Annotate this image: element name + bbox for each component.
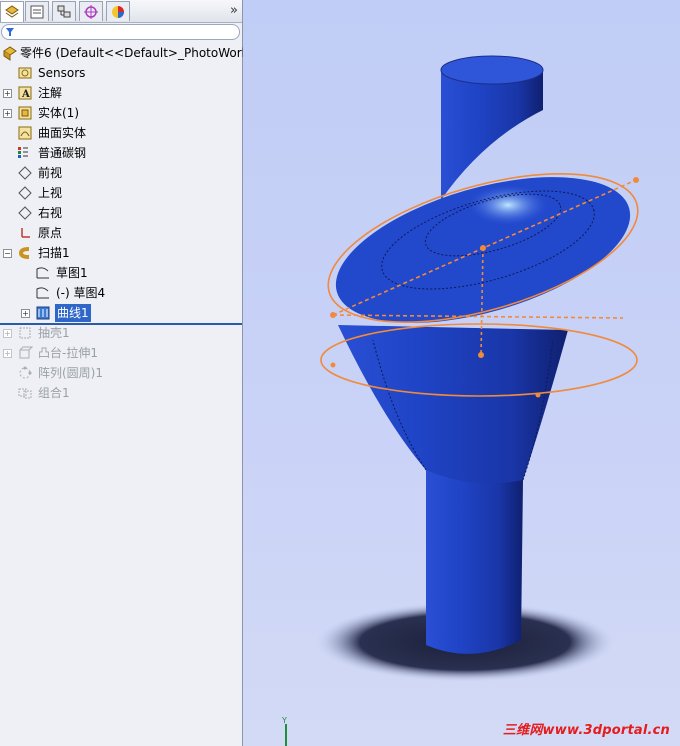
tree-item-boss-extrude[interactable]: + 凸台-拉伸1 xyxy=(0,344,242,362)
expand-icon[interactable]: + xyxy=(3,349,12,358)
tree-item-curve1[interactable]: + 曲线1 xyxy=(0,304,242,322)
feature-manager-panel: » 零件6 (Default<<Default>_PhotoWork Senso… xyxy=(0,0,249,746)
tree-item-label: 右视 xyxy=(38,206,63,220)
tree-item-right-plane[interactable]: 右视 xyxy=(0,204,242,222)
model-render xyxy=(315,55,639,682)
tree-item-combine[interactable]: 组合1 xyxy=(0,384,242,402)
plane-icon xyxy=(18,206,32,220)
tree-item-label: 原点 xyxy=(38,226,63,240)
property-manager-icon xyxy=(30,5,44,19)
tree-item-label: 组合1 xyxy=(38,386,70,400)
lower-cylinder xyxy=(426,470,523,654)
tree-item-label: 抽壳1 xyxy=(38,326,70,340)
top-cap xyxy=(440,55,544,85)
tab-dimxpert[interactable] xyxy=(79,1,103,21)
tree-item-label-selected: 曲线1 xyxy=(55,304,91,322)
configuration-manager-icon xyxy=(57,5,71,18)
expand-icon[interactable]: + xyxy=(3,109,12,118)
triad-y-axis-icon: Y xyxy=(281,716,287,746)
annotations-icon: A xyxy=(18,86,32,100)
tree-item-top-plane[interactable]: 上视 xyxy=(0,184,242,202)
tree-item-sketch4[interactable]: (-) 草图4 xyxy=(0,284,242,302)
surface-bodies-icon xyxy=(18,126,32,140)
tree-item-material[interactable]: 普通碳钢 xyxy=(0,144,242,162)
tree-item-label: 前视 xyxy=(38,166,63,180)
tree-item-annotations[interactable]: + A 注解 xyxy=(0,84,242,102)
tab-property-manager[interactable] xyxy=(25,1,49,21)
tree-item-label: 草图1 xyxy=(56,266,88,280)
tree-item-label: 阵列(圆周)1 xyxy=(38,366,103,380)
plane-icon xyxy=(18,166,32,180)
curve-icon xyxy=(36,306,50,320)
tree-item-origin[interactable]: 原点 xyxy=(0,224,242,242)
tree-root-part[interactable]: 零件6 (Default<<Default>_PhotoWork xyxy=(0,44,249,62)
extrude-icon xyxy=(19,346,33,359)
tree-item-sensors[interactable]: Sensors xyxy=(0,64,242,82)
part-icon xyxy=(3,46,17,61)
tree-item-label: 扫描1 xyxy=(38,246,70,260)
svg-text:A: A xyxy=(21,89,30,100)
expand-icon[interactable]: + xyxy=(3,329,12,338)
tree-item-label: 普通碳钢 xyxy=(38,146,87,160)
circular-pattern-icon xyxy=(19,366,32,379)
graphics-viewport[interactable]: Y 三维网www.3dportal.cn xyxy=(243,0,680,746)
tree-item-label: 凸台-拉伸1 xyxy=(38,346,98,360)
expand-icon[interactable]: + xyxy=(21,309,30,318)
tree-root-label: 零件6 (Default<<Default>_PhotoWork xyxy=(20,46,249,60)
svg-text:Y: Y xyxy=(281,716,287,725)
tree-item-circular-pattern[interactable]: 阵列(圆周)1 xyxy=(0,364,242,382)
collapse-icon[interactable]: − xyxy=(3,249,12,258)
tree-item-sketch1[interactable]: 草图1 xyxy=(0,264,242,282)
tree-item-label: 曲面实体 xyxy=(38,126,87,140)
tab-feature-manager[interactable] xyxy=(0,1,24,22)
tree-filter-input[interactable] xyxy=(1,24,240,40)
panel-tab-bar: » xyxy=(0,0,242,23)
sketch-icon xyxy=(36,267,49,279)
tab-configuration-manager[interactable] xyxy=(52,1,76,21)
sweep-icon xyxy=(18,247,30,259)
watermark-text: 三维网www.3dportal.cn xyxy=(502,723,670,738)
tree-item-solid-bodies[interactable]: + 实体(1) xyxy=(0,104,242,122)
tree-item-label: 实体(1) xyxy=(38,106,79,120)
plane-icon xyxy=(18,186,32,200)
expand-icon[interactable]: + xyxy=(3,89,12,98)
display-manager-icon xyxy=(112,6,124,18)
sketch-icon xyxy=(36,287,49,299)
tab-display-manager[interactable] xyxy=(106,1,130,21)
feature-manager-icon xyxy=(5,5,19,18)
dimxpert-icon xyxy=(84,5,98,19)
tree-item-label: Sensors xyxy=(38,66,86,80)
solid-bodies-icon xyxy=(18,106,32,120)
tree-item-surface-bodies[interactable]: 曲面实体 xyxy=(0,124,242,142)
tree-item-sweep[interactable]: − 扫描1 xyxy=(0,244,242,262)
sensors-icon xyxy=(18,67,32,79)
tree-item-label: 注解 xyxy=(38,86,63,100)
tree-item-shell[interactable]: + 抽壳1 xyxy=(0,324,242,342)
tree-item-front-plane[interactable]: 前视 xyxy=(0,164,242,182)
tree-item-label: 上视 xyxy=(38,186,63,200)
lower-cone xyxy=(338,325,568,484)
filter-icon xyxy=(6,28,14,36)
origin-icon xyxy=(21,228,30,238)
combine-icon xyxy=(18,388,32,399)
collapse-chevron-icon[interactable]: » xyxy=(230,3,238,18)
material-icon xyxy=(18,147,28,158)
shell-icon xyxy=(19,327,31,339)
tree-item-label: (-) 草图4 xyxy=(56,286,106,300)
